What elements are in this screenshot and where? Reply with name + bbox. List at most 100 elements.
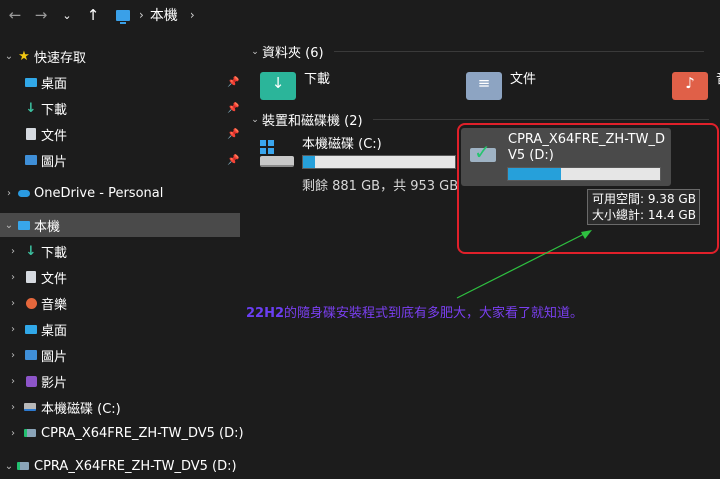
- usb-drive-icon: [17, 460, 29, 472]
- usb-drive-icon: [24, 427, 36, 439]
- sidebar-item-usb-root[interactable]: ⌄ CPRA_X64FRE_ZH-TW_DV5 (D:): [0, 454, 240, 478]
- download-icon: ↓: [25, 243, 37, 259]
- document-icon: [25, 128, 37, 140]
- document-icon: [25, 271, 37, 283]
- chevron-down-icon[interactable]: ⌄: [4, 51, 14, 62]
- chevron-down-icon[interactable]: ⌄: [4, 461, 14, 472]
- sidebar-item-label: 本機: [34, 219, 61, 235]
- up-arrow-icon[interactable]: ↑: [80, 2, 106, 28]
- sidebar-item-pc-documents[interactable]: › 文件: [0, 265, 240, 289]
- navigation-toolbar: ← → ⌄ ↑ › 本機 ›: [0, 0, 720, 30]
- sidebar-item-label: 下載: [41, 102, 68, 118]
- divider: [372, 119, 709, 120]
- sidebar-item-pc-music[interactable]: › 音樂: [0, 291, 240, 315]
- pictures-icon: [25, 154, 37, 166]
- sidebar-item-label: CPRA_X64FRE_ZH-TW_DV5 (D:): [34, 458, 237, 474]
- back-arrow-icon[interactable]: ←: [2, 2, 28, 28]
- folder-label: 音: [716, 68, 720, 87]
- content-pane: ⌄ 資料夾 (6) ↓ 下載 ≡ 文件 ♪ 音 ⌄ 裝置和磁碟機 (2) 本機磁…: [248, 30, 720, 479]
- pin-icon: 📌: [227, 76, 240, 88]
- sidebar-item-drive-c[interactable]: › 本機磁碟 (C:): [0, 395, 240, 419]
- chevron-right-icon[interactable]: ›: [8, 428, 18, 439]
- cloud-icon: [18, 187, 30, 199]
- sidebar-item-pc-pictures[interactable]: › 圖片: [0, 343, 240, 367]
- chevron-right-icon[interactable]: ›: [8, 376, 18, 387]
- sidebar-item-label: 文件: [41, 271, 68, 287]
- sidebar-item-label: 音樂: [41, 297, 68, 313]
- sidebar-item-label: 本機磁碟 (C:): [41, 401, 121, 417]
- folders-group-header[interactable]: ⌄ 資料夾 (6): [248, 42, 704, 61]
- sidebar-item-label: 桌面: [41, 323, 68, 339]
- pin-icon: 📌: [227, 128, 240, 140]
- download-folder-icon: ↓: [260, 72, 296, 100]
- forward-arrow-icon[interactable]: →: [28, 2, 54, 28]
- chevron-right-icon[interactable]: ›: [190, 8, 195, 22]
- sidebar-item-documents[interactable]: 文件 📌: [0, 122, 240, 146]
- annotation-highlight-box: [457, 123, 719, 254]
- chevron-down-icon[interactable]: ⌄: [248, 47, 262, 57]
- chevron-right-icon[interactable]: ›: [8, 298, 18, 309]
- drive-usage-fill: [303, 156, 315, 168]
- sidebar-item-this-pc[interactable]: ⌄ 本機: [0, 213, 240, 237]
- drive-icon: [24, 401, 36, 413]
- sidebar-item-onedrive[interactable]: › OneDrive - Personal: [0, 181, 240, 205]
- sidebar-item-label: 快速存取: [34, 50, 87, 66]
- chevron-right-icon[interactable]: ›: [8, 402, 18, 413]
- sidebar-item-label: 下載: [41, 245, 68, 261]
- chevron-down-icon[interactable]: ⌄: [54, 2, 80, 28]
- group-header-label: 資料夾 (6): [262, 46, 324, 61]
- desktop-icon: [25, 323, 37, 335]
- chevron-right-icon[interactable]: ›: [8, 246, 18, 257]
- music-folder-icon: ♪: [672, 72, 708, 100]
- chevron-right-icon[interactable]: ›: [139, 8, 144, 22]
- drive-free-space: 剩餘 881 GB，共 953 GB: [302, 179, 459, 194]
- windows-drive-icon: [260, 140, 296, 170]
- download-icon: ↓: [25, 100, 37, 116]
- folder-documents[interactable]: ≡ 文件: [466, 72, 536, 100]
- drive-name: 本機磁碟 (C:): [302, 137, 382, 152]
- sidebar-item-label: 影片: [41, 375, 68, 391]
- star-icon: ★: [18, 48, 30, 64]
- computer-icon: [18, 219, 30, 231]
- folder-label: 文件: [510, 72, 537, 87]
- pin-icon: 📌: [227, 102, 240, 114]
- sidebar-item-quick-access[interactable]: ⌄ ★ 快速存取: [0, 44, 240, 68]
- sidebar-item-label: OneDrive - Personal: [34, 185, 164, 201]
- desktop-icon: [25, 76, 37, 88]
- folder-downloads[interactable]: ↓ 下載: [260, 72, 330, 100]
- video-icon: [25, 375, 37, 387]
- chevron-down-icon[interactable]: ⌄: [4, 220, 14, 231]
- breadcrumb-this-pc[interactable]: 本機: [150, 5, 178, 25]
- sidebar-item-label: 桌面: [41, 76, 68, 92]
- group-header-label: 裝置和磁碟機 (2): [262, 114, 363, 129]
- sidebar-item-drive-d[interactable]: › CPRA_X64FRE_ZH-TW_DV5 (D:): [0, 421, 244, 445]
- music-icon: [25, 297, 37, 309]
- sidebar-item-pc-videos[interactable]: › 影片: [0, 369, 240, 393]
- sidebar-item-label: 圖片: [41, 349, 68, 365]
- pictures-icon: [25, 349, 37, 361]
- monitor-icon: [116, 9, 130, 24]
- drive-c-tile[interactable]: 本機磁碟 (C:) 剩餘 881 GB，共 953 GB: [302, 133, 458, 194]
- sidebar-item-label: 文件: [41, 128, 68, 144]
- pin-icon: 📌: [227, 154, 240, 166]
- navigation-pane: ⌄ ★ 快速存取 桌面 📌 ↓ 下載 📌 文件 📌 圖片 📌 › OneDriv…: [0, 30, 244, 479]
- sidebar-item-pictures[interactable]: 圖片 📌: [0, 148, 240, 172]
- divider: [333, 51, 704, 52]
- chevron-right-icon[interactable]: ›: [8, 350, 18, 361]
- sidebar-item-label: CPRA_X64FRE_ZH-TW_DV5 (D:): [41, 425, 244, 441]
- document-folder-icon: ≡: [466, 72, 502, 100]
- sidebar-item-downloads[interactable]: ↓ 下載 📌: [0, 96, 240, 120]
- chevron-right-icon[interactable]: ›: [4, 188, 14, 199]
- chevron-down-icon[interactable]: ⌄: [248, 115, 262, 125]
- sidebar-item-pc-downloads[interactable]: › ↓ 下載: [0, 239, 240, 263]
- annotation-caption: 22H2的隨身碟安裝程式到底有多肥大，大家看了就知道。: [246, 302, 583, 321]
- sidebar-item-pc-desktop[interactable]: › 桌面: [0, 317, 240, 341]
- drive-usage-bar: [302, 155, 456, 169]
- folder-label: 下載: [304, 72, 331, 87]
- annotation-text: 的隨身碟安裝程式到底有多肥大，大家看了就知道。: [284, 306, 584, 321]
- folder-music[interactable]: ♪ 音: [672, 72, 720, 100]
- sidebar-item-desktop[interactable]: 桌面 📌: [0, 70, 240, 94]
- chevron-right-icon[interactable]: ›: [8, 324, 18, 335]
- chevron-right-icon[interactable]: ›: [8, 272, 18, 283]
- annotation-bold: 22H2: [246, 306, 285, 321]
